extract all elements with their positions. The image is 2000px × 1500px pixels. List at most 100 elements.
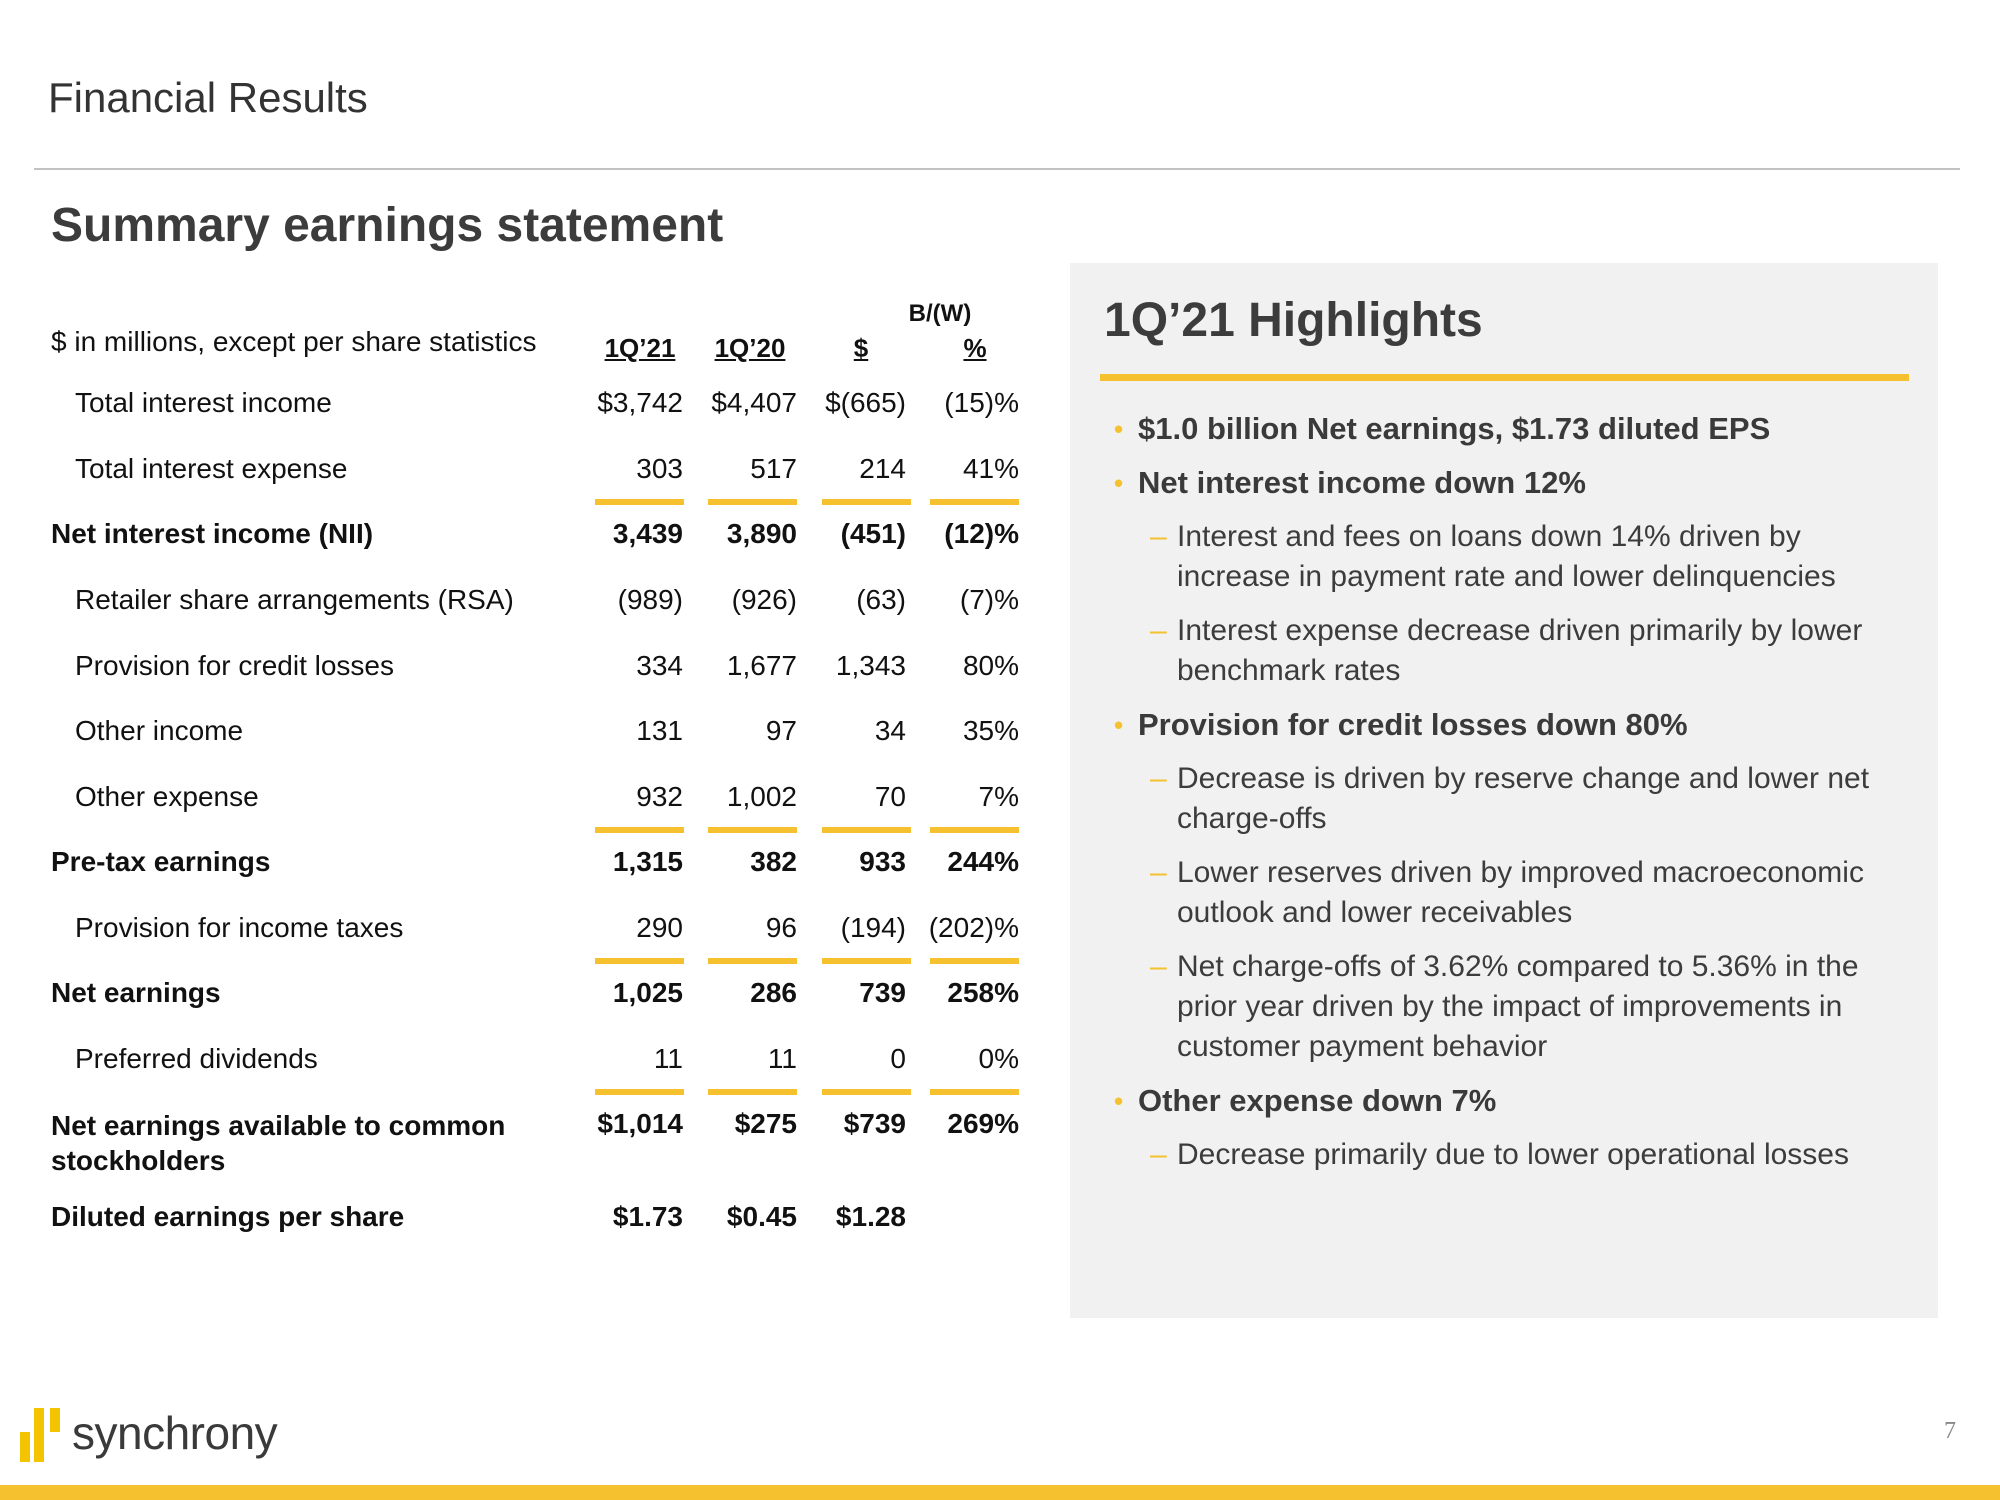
subtotal-separator — [930, 958, 1019, 964]
table-cell: 269% — [947, 1108, 1019, 1139]
table-cell: 1,677 — [726, 650, 797, 681]
subtotal-separator — [595, 827, 684, 833]
row-label-line: stockholders — [51, 1145, 226, 1176]
table-cell: 1,315 — [612, 846, 683, 877]
table-cell: 258% — [947, 977, 1019, 1008]
table-cell: 96 — [765, 912, 797, 943]
highlight-subtext: Decrease is driven by reserve change and… — [1177, 762, 1870, 835]
units-label: $ in millions, except per share statisti… — [51, 326, 537, 357]
row-label: Retailer share arrangements (RSA) — [75, 584, 514, 615]
subtotal-separator — [708, 827, 797, 833]
bullet-icon: • — [1114, 710, 1124, 740]
highlight-subitem: – Lower reserves driven by improved macro… — [1110, 853, 1900, 933]
table-cell: 334 — [636, 650, 683, 681]
table-cell: 35% — [962, 715, 1019, 746]
table-cell: 1,002 — [726, 781, 797, 812]
highlights-title: 1Q’21 Highlights — [1104, 294, 1483, 347]
subtotal-separator — [930, 499, 1019, 505]
table-cell: 214 — [859, 453, 906, 484]
dash-icon: – — [1150, 950, 1167, 983]
highlight-subtext: Lower reserves driven by improved macroe… — [1177, 856, 1864, 929]
table-cell: $1,014 — [597, 1108, 683, 1139]
highlight-subtext: Net charge-offs of 3.62% compared to 5.3… — [1177, 950, 1859, 1063]
row-label: Provision for income taxes — [75, 912, 404, 943]
subtotal-separator — [708, 499, 797, 505]
dash-icon: – — [1150, 762, 1167, 795]
bullet-icon: • — [1114, 1086, 1124, 1116]
bullet-icon: • — [1114, 414, 1124, 444]
row-label-line: Net earnings available to common — [51, 1110, 506, 1141]
table-cell: (63) — [856, 584, 906, 615]
column-header-1q20: 1Q’20 — [714, 333, 786, 363]
table-cell: (194) — [840, 912, 906, 943]
table-cell: 286 — [750, 977, 797, 1008]
subtotal-separator — [822, 499, 911, 505]
table-cell: 244% — [947, 846, 1019, 877]
row-label: Preferred dividends — [75, 1043, 318, 1074]
table-cell: (7)% — [959, 584, 1019, 615]
row-label: Net earnings — [51, 977, 221, 1008]
highlights-rule — [1100, 374, 1909, 381]
row-label: Diluted earnings per share — [51, 1201, 405, 1232]
table-cell: $1.28 — [835, 1201, 906, 1232]
subtotal-separator — [930, 827, 1019, 833]
table-cell: $739 — [843, 1108, 906, 1139]
synchrony-logo: synchrony — [20, 1402, 280, 1464]
subtotal-separator — [708, 1089, 797, 1095]
logo-text: synchrony — [72, 1407, 278, 1459]
table-cell: (15)% — [944, 387, 1019, 418]
page-number: 7 — [1944, 1418, 1956, 1444]
subtotal-separator — [595, 958, 684, 964]
column-header-1q21: 1Q’21 — [604, 333, 676, 363]
logo-bar-icon — [34, 1408, 44, 1462]
table-cell: 7% — [978, 781, 1019, 812]
table-cell: 3,439 — [612, 518, 683, 549]
table-cell: 11 — [653, 1043, 683, 1074]
table-cell: (989) — [617, 584, 683, 615]
subtotal-separator — [822, 1089, 911, 1095]
highlights-panel: 1Q’21 Highlights • $1.0 billion Net earni… — [1070, 263, 1938, 1318]
table-cell: 11 — [767, 1043, 797, 1074]
highlight-subitem: – Net charge-offs of 3.62% compared to 5.… — [1110, 947, 1900, 1067]
table-cell: (202)% — [928, 912, 1019, 943]
subtotal-separator — [822, 827, 911, 833]
column-header-percent: % — [963, 333, 987, 363]
table-cell: 1,025 — [612, 977, 683, 1008]
highlight-item: • Net interest income down 12% — [1110, 463, 1900, 503]
highlight-text: Provision for credit losses down 80% — [1138, 707, 1688, 742]
subtotal-separator — [822, 958, 911, 964]
table-cell: 3,890 — [726, 518, 797, 549]
highlight-item: • Other expense down 7% — [1110, 1081, 1900, 1121]
table-cell: 290 — [636, 912, 683, 943]
table-cell: 41% — [962, 453, 1019, 484]
highlight-text: $1.0 billion Net earnings, $1.73 diluted… — [1138, 411, 1771, 446]
highlight-subtext: Interest and fees on loans down 14% driv… — [1177, 520, 1836, 593]
dash-icon: – — [1150, 1138, 1167, 1171]
table-cell: 131 — [636, 715, 683, 746]
table-cell: (451) — [840, 518, 906, 549]
earnings-table: $ in millions, except per share statisti… — [0, 0, 1040, 1300]
dash-icon: – — [1150, 614, 1167, 647]
dash-icon: – — [1150, 520, 1167, 553]
column-header-dollar: $ — [853, 333, 869, 363]
table-cell: 70 — [874, 781, 906, 812]
row-label: Pre-tax earnings — [51, 846, 271, 877]
table-cell: 932 — [636, 781, 683, 812]
highlight-item: • $1.0 billion Net earnings, $1.73 dilute… — [1110, 409, 1900, 449]
table-cell: 933 — [859, 846, 906, 877]
table-cell: (12)% — [944, 518, 1019, 549]
highlights-list: • $1.0 billion Net earnings, $1.73 dilute… — [1110, 409, 1900, 1189]
subtotal-separator — [708, 958, 797, 964]
logo-bar-icon — [20, 1432, 30, 1462]
highlight-subitem: – Decrease is driven by reserve change an… — [1110, 759, 1900, 839]
table-cell: (926) — [731, 584, 797, 615]
row-label: Provision for credit losses — [75, 650, 395, 681]
table-cell: $4,407 — [711, 387, 797, 418]
row-label: Net interest income (NII) — [51, 518, 374, 549]
table-cell: $1.73 — [612, 1201, 683, 1232]
highlight-subitem: – Interest and fees on loans down 14% dri… — [1110, 517, 1900, 597]
table-cell: 80% — [962, 650, 1019, 681]
table-cell: 382 — [750, 846, 797, 877]
table-cell: 1,343 — [835, 650, 906, 681]
highlight-subtext: Decrease primarily due to lower operatio… — [1177, 1138, 1849, 1171]
